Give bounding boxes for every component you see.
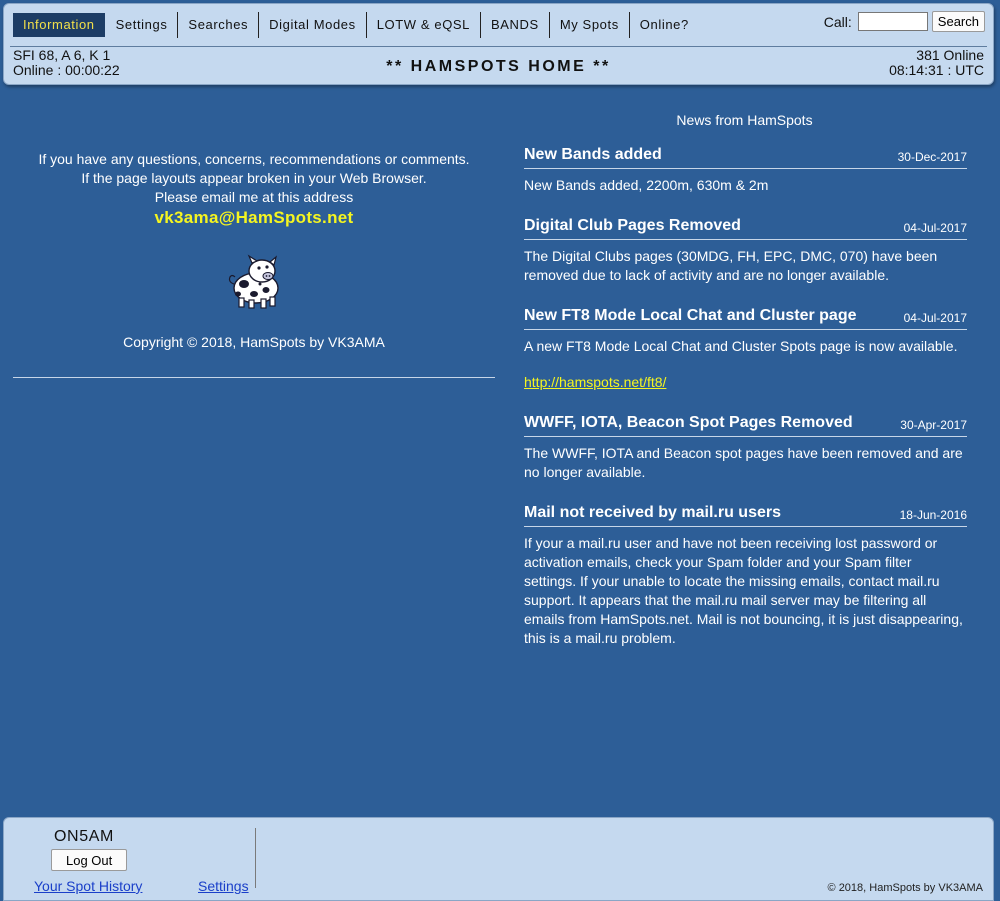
news-date: 04-Jul-2017: [903, 221, 967, 235]
top-bar: Information Settings Searches Digital Mo…: [3, 3, 994, 85]
call-input[interactable]: [857, 12, 928, 31]
news-date: 30-Apr-2017: [900, 418, 967, 432]
call-search-area: Call: Search: [824, 11, 985, 32]
ft8-page-link[interactable]: http://hamspots.net/ft8/: [524, 374, 666, 390]
left-divider: [13, 377, 495, 378]
online-count: 381 Online: [916, 47, 984, 63]
contact-panel: If you have any questions, concerns, rec…: [13, 150, 495, 350]
footer-divider: [255, 828, 256, 888]
news-item: New FT8 Mode Local Chat and Cluster page…: [524, 307, 967, 392]
news-body: The WWFF, IOTA and Beacon spot pages hav…: [524, 445, 963, 480]
tab-searches[interactable]: Searches: [178, 12, 260, 38]
search-button[interactable]: Search: [931, 11, 985, 32]
status-right: 381 Online 08:14:31 : UTC: [889, 48, 984, 78]
tab-online[interactable]: Online?: [630, 12, 699, 38]
news-item: Mail not received by mail.ru users 18-Ju…: [524, 504, 967, 648]
news-body: If your a mail.ru user and have not been…: [524, 535, 963, 646]
tab-bands[interactable]: BANDS: [481, 12, 550, 38]
utc-time: 08:14:31 : UTC: [889, 62, 984, 78]
news-item-header: WWFF, IOTA, Beacon Spot Pages Removed 30…: [524, 414, 967, 437]
contact-email[interactable]: vk3ama@HamSpots.net: [13, 208, 495, 228]
tab-information[interactable]: Information: [13, 13, 105, 37]
contact-line-3: Please email me at this address: [154, 189, 354, 205]
footer-settings-link[interactable]: Settings: [198, 878, 249, 894]
news-item: WWFF, IOTA, Beacon Spot Pages Removed 30…: [524, 414, 967, 482]
tab-digital-modes[interactable]: Digital Modes: [259, 12, 367, 38]
contact-line-2: If the page layouts appear broken in you…: [81, 170, 427, 186]
news-title: New FT8 Mode Local Chat and Cluster page: [524, 307, 857, 324]
news-item-header: Mail not received by mail.ru users 18-Ju…: [524, 504, 967, 527]
news-body: A new FT8 Mode Local Chat and Cluster Sp…: [524, 338, 958, 354]
news-body: The Digital Clubs pages (30MDG, FH, EPC,…: [524, 248, 938, 283]
cow-pig-mascot-icon: [228, 254, 279, 309]
news-title: Digital Club Pages Removed: [524, 217, 741, 234]
tab-lotw-eqsl[interactable]: LOTW & eQSL: [367, 12, 482, 38]
news-title: WWFF, IOTA, Beacon Spot Pages Removed: [524, 414, 853, 431]
news-item: Digital Club Pages Removed 04-Jul-2017 T…: [524, 217, 967, 285]
tab-settings[interactable]: Settings: [106, 12, 179, 38]
news-item: New Bands added 30-Dec-2017 New Bands ad…: [524, 146, 967, 195]
news-date: 18-Jun-2016: [899, 508, 967, 522]
logout-button[interactable]: Log Out: [51, 849, 128, 871]
page-title: ** HAMSPOTS HOME **: [386, 58, 611, 75]
news-panel: News from HamSpots New Bands added 30-De…: [524, 112, 967, 670]
contact-line-1: If you have any questions, concerns, rec…: [38, 151, 470, 167]
user-callsign: ON5AM: [54, 828, 114, 845]
news-item-header: New Bands added 30-Dec-2017: [524, 146, 967, 169]
news-item-header: Digital Club Pages Removed 04-Jul-2017: [524, 217, 967, 240]
bottom-bar: ON5AM Log Out Your Spot History Settings…: [3, 817, 994, 901]
main-nav: Information Settings Searches Digital Mo…: [4, 10, 699, 40]
tab-my-spots[interactable]: My Spots: [550, 12, 630, 38]
news-header: News from HamSpots: [676, 112, 813, 128]
topbar-divider: [10, 46, 987, 47]
news-body: New Bands added, 2200m, 630m & 2m: [524, 177, 769, 193]
news-item-header: New FT8 Mode Local Chat and Cluster page…: [524, 307, 967, 330]
copyright-text: Copyright © 2018, HamSpots by VK3AMA: [123, 334, 385, 350]
news-date: 04-Jul-2017: [903, 311, 967, 325]
call-label: Call:: [823, 13, 852, 30]
footer-copyright: © 2018, HamSpots by VK3AMA: [827, 882, 983, 894]
spot-history-link[interactable]: Your Spot History: [34, 878, 142, 894]
news-date: 30-Dec-2017: [897, 150, 967, 164]
news-title: New Bands added: [524, 146, 662, 163]
news-title: Mail not received by mail.ru users: [524, 504, 781, 521]
